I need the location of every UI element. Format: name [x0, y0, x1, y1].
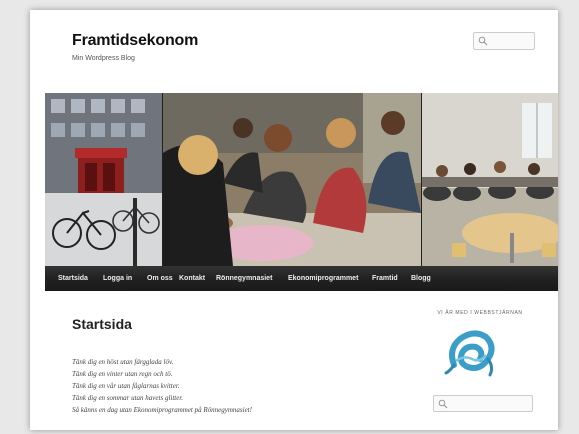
school-entrance-photo	[45, 93, 162, 266]
search-icon	[438, 399, 448, 409]
content-line: Så känns en dag utan Ekonomiprogrammet p…	[72, 406, 252, 414]
nav-item-kontakt[interactable]: Kontakt	[179, 266, 205, 291]
nav-item-ronnegymnasiet[interactable]: Rönnegymnasiet	[216, 266, 272, 291]
content-line: Tänk dig en vinter utan regn och tö.	[72, 370, 173, 378]
nav-item-blogg[interactable]: Blogg	[411, 266, 431, 291]
nav-item-ekonomiprogrammet[interactable]: Ekonomiprogrammet	[288, 266, 358, 291]
nav-item-startsida[interactable]: Startsida	[58, 266, 88, 291]
students-at-table-photo	[163, 93, 421, 266]
search-icon	[478, 36, 488, 46]
search-input[interactable]	[473, 32, 535, 50]
nav-item-logga-in[interactable]: Logga in	[103, 266, 132, 291]
page-content: Tänk dig en höst utan färgglada löv. Tän…	[72, 356, 252, 416]
main-navigation: Startsida Logga in Om oss Kontakt Rönneg…	[45, 266, 558, 291]
content-line: Tänk dig en höst utan färgglada löv.	[72, 358, 174, 366]
nav-item-om-oss[interactable]: Om oss	[147, 266, 173, 291]
webbstjarnan-ribbon-logo[interactable]	[444, 325, 500, 377]
page-title: Startsida	[72, 316, 132, 332]
site-description: Min Wordpress Blog	[72, 55, 135, 62]
header-banner	[45, 93, 558, 266]
sidebar-search-input[interactable]	[433, 395, 533, 412]
page: Framtidsekonom Min Wordpress Blog Starts…	[30, 10, 558, 430]
content-line: Tänk dig en vår utan fåglarnas kvitter.	[72, 382, 180, 390]
site-title[interactable]: Framtidsekonom	[72, 32, 198, 50]
classroom-photo	[422, 93, 558, 266]
content-line: Tänk dig en sommar utan havets glitter.	[72, 394, 184, 402]
nav-item-framtid[interactable]: Framtid	[372, 266, 398, 291]
widget-title: VI ÄR MED I WEBBSTJÄRNAN	[437, 310, 523, 316]
